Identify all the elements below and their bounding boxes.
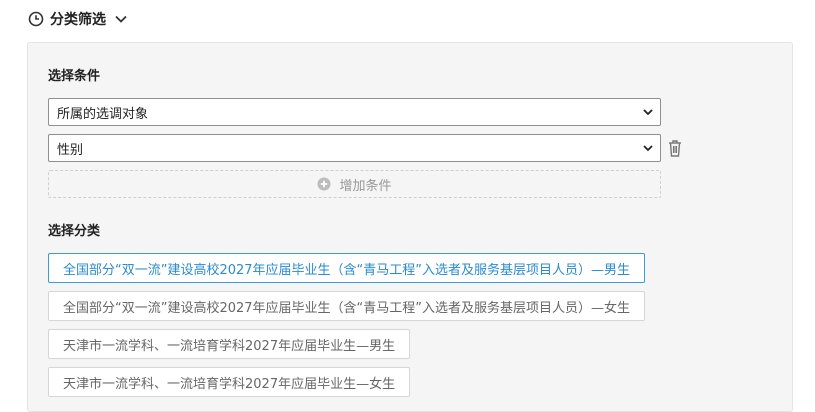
chevron-down-icon — [643, 145, 653, 152]
category-option[interactable]: 天津市一流学科、一流培育学科2027年应届毕业生—男生 — [48, 329, 411, 359]
conditions-title: 选择条件 — [48, 69, 101, 84]
categories-title: 选择分类 — [48, 224, 101, 239]
chevron-down-icon[interactable] — [114, 12, 128, 26]
condition-select-gender[interactable]: 性别 — [48, 134, 661, 162]
clock-icon — [28, 11, 44, 27]
add-condition-label: 增加条件 — [339, 178, 392, 194]
condition-select-value: 性别 — [57, 142, 84, 158]
chevron-down-icon — [643, 109, 653, 116]
category-option[interactable]: 全国部分“双一流”建设高校2027年应届毕业生（含“青马工程”入选者及服务基层项… — [48, 291, 646, 321]
category-option[interactable]: 全国部分“双一流”建设高校2027年应届毕业生（含“青马工程”入选者及服务基层项… — [48, 253, 646, 283]
condition-select-target[interactable]: 所属的选调对象 — [48, 98, 661, 126]
condition-select-value: 所属的选调对象 — [57, 106, 149, 122]
category-option[interactable]: 天津市一流学科、一流培育学科2027年应届毕业生—女生 — [48, 367, 411, 397]
trash-icon[interactable] — [666, 138, 684, 158]
add-condition-button[interactable]: 增加条件 — [48, 170, 661, 198]
filter-header-title: 分类筛选 — [50, 12, 106, 28]
plus-circle-icon — [317, 177, 331, 191]
filter-header-toggle[interactable]: 分类筛选 — [28, 8, 128, 30]
